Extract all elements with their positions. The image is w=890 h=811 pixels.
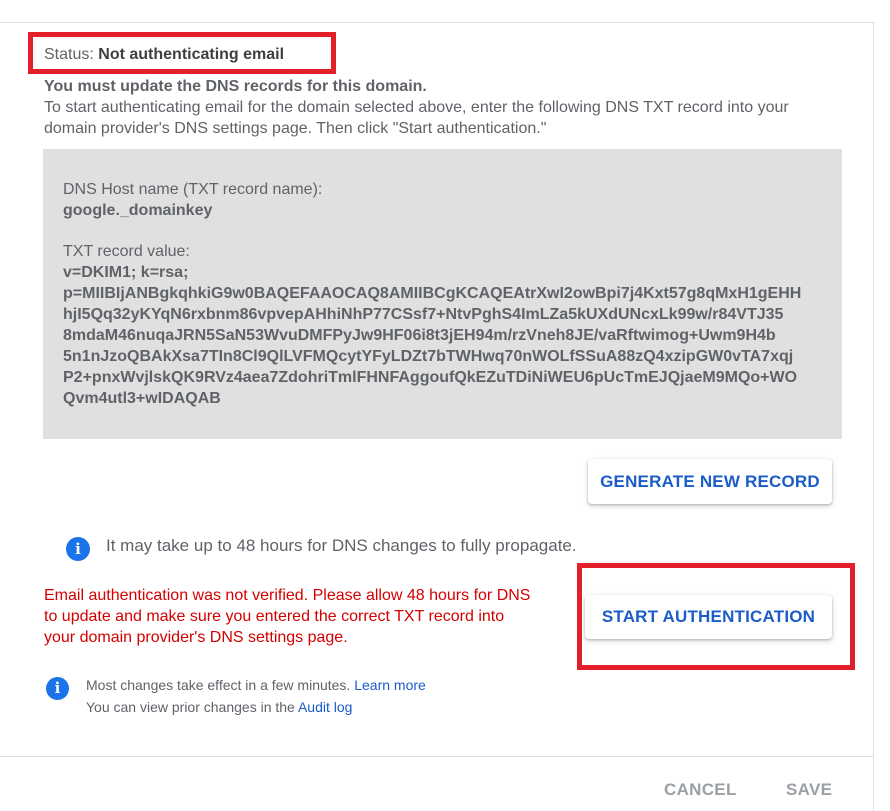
generate-new-record-button[interactable]: GENERATE NEW RECORD: [588, 459, 832, 504]
info-icon: i: [66, 537, 90, 561]
footer-divider: [0, 756, 874, 757]
info-icon: i: [46, 677, 69, 700]
changes-effect-text: Most changes take effect in a few minute…: [86, 677, 351, 693]
txt-record-line: P2+pnxWvjlskQK9RVz4aea7ZdohriTmlFHNFAggo…: [63, 369, 798, 386]
audit-log-link[interactable]: Audit log: [298, 699, 352, 715]
host-name-value: google._domainkey: [63, 202, 213, 219]
status-value: Not authenticating email: [98, 46, 285, 63]
audit-prompt-text: You can view prior changes in the: [86, 699, 295, 715]
top-divider: [0, 22, 875, 23]
status-line: Status: Not authenticating email: [44, 44, 284, 66]
changes-note-line1: Most changes take effect in a few minute…: [86, 674, 426, 696]
update-dns-heading: You must update the DNS records for this…: [44, 78, 427, 95]
error-line: to update and make sure you entered the …: [44, 608, 505, 625]
txt-record-line: 8mdaM46nuqaJRN5SaN53WvuDMFPyJw9HF06i8t3j…: [63, 327, 776, 344]
txt-record-line: v=DKIM1; k=rsa;: [63, 264, 189, 281]
propagation-note: It may take up to 48 hours for DNS chang…: [106, 536, 577, 555]
changes-note: Most changes take effect in a few minute…: [86, 674, 426, 718]
dns-record-box: DNS Host name (TXT record name): google.…: [43, 149, 842, 439]
dns-instructions: To start authenticating email for the do…: [44, 99, 789, 137]
txt-record-line: 5n1nJzoQBAkXsa7TIn8Cl9QlLVFMQcytYFyLDZt7…: [63, 348, 794, 365]
learn-more-link[interactable]: Learn more: [354, 677, 426, 693]
error-line: your domain provider's DNS settings page…: [44, 629, 348, 646]
txt-record-line: p=MIIBIjANBgkqhkiG9w0BAQEFAAOCAQ8AMIIBCg…: [63, 285, 802, 302]
right-divider: [873, 22, 874, 811]
txt-record-label: TXT record value:: [63, 243, 190, 260]
verification-error-message: Email authentication was not verified. P…: [44, 585, 589, 648]
error-line: Email authentication was not verified. P…: [44, 587, 531, 604]
host-name-label: DNS Host name (TXT record name):: [63, 181, 323, 198]
status-label: Status:: [44, 46, 94, 63]
save-button[interactable]: SAVE: [786, 778, 832, 802]
changes-note-line2: You can view prior changes in the Audit …: [86, 696, 426, 718]
txt-record-line: Qvm4utl3+wIDAQAB: [63, 390, 221, 407]
txt-record-line: hjI5Qq32yKYqN6rxbnm86vpvepAHhiNhP77CSsf7…: [63, 306, 784, 323]
cancel-button[interactable]: CANCEL: [664, 778, 737, 802]
start-authentication-button[interactable]: START AUTHENTICATION: [585, 595, 832, 639]
